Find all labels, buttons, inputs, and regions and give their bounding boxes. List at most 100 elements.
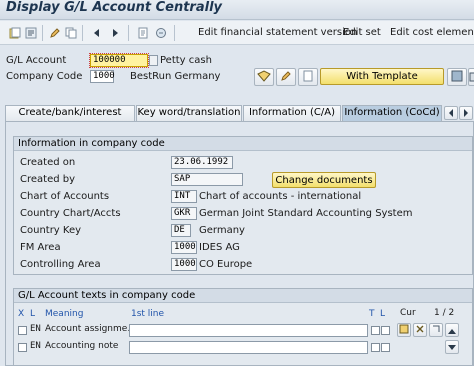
copy-icon[interactable]	[64, 26, 78, 40]
fm-area-description: IDES AG	[199, 242, 240, 253]
created-on-label: Created on	[20, 157, 76, 168]
tab-information-ca[interactable]: Information (C/A)	[243, 105, 341, 121]
country-key-label: Country Key	[20, 225, 82, 236]
created-by-field: SAP	[171, 173, 243, 186]
chevron-right-icon	[463, 107, 469, 120]
with-template-button[interactable]: With Template	[320, 68, 444, 85]
group-title: Information in company code	[14, 137, 472, 151]
glasses-icon	[257, 69, 271, 85]
scroll-down-button[interactable]	[445, 340, 459, 354]
column-header-l2: L	[380, 309, 386, 319]
change-object-button[interactable]	[276, 68, 296, 86]
column-header-l: L	[30, 309, 36, 319]
long-text-editor-button[interactable]	[397, 323, 411, 337]
value-help-icon[interactable]	[149, 55, 158, 66]
tab-key-word-translation[interactable]: Key word/translation	[136, 105, 242, 121]
chart-of-accounts-field: INT	[171, 190, 197, 203]
toolbar-separator	[174, 25, 175, 41]
with-template-label: With Template	[346, 71, 418, 82]
country-chart-label: Country Chart/Accts	[20, 208, 121, 219]
company-code-field[interactable]: 1000	[90, 70, 115, 83]
expand-text-button[interactable]	[429, 323, 443, 337]
gl-account-label: G/L Account	[6, 55, 67, 66]
chevron-up-icon	[448, 324, 456, 337]
company-code-label: Company Code	[6, 71, 83, 82]
gl-account-field[interactable]: 100000	[89, 53, 149, 68]
other-object-icon[interactable]	[8, 26, 22, 40]
title-bar: Display G/L Account Centrally	[0, 0, 474, 20]
tab-panel: Information in company code Created on 2…	[5, 121, 474, 366]
toolbar-separator	[42, 25, 43, 41]
save-object-button[interactable]	[447, 68, 467, 86]
row-language: EN	[30, 341, 41, 351]
first-line-input[interactable]	[129, 324, 368, 337]
fm-area-label: FM Area	[20, 242, 61, 253]
page-indicator: 1 / 2	[434, 308, 455, 318]
long-text-checkbox[interactable]	[381, 326, 390, 335]
edit-cost-element-button[interactable]: Edit cost element	[390, 27, 474, 38]
tab-information-cocd[interactable]: Information (CoCd)	[342, 105, 442, 122]
long-text-checkbox[interactable]	[381, 343, 390, 352]
company-code-description: BestRun Germany	[130, 71, 221, 82]
controlling-area-field: 1000	[171, 258, 197, 271]
display-object-button[interactable]	[254, 68, 274, 86]
where-used-icon[interactable]	[154, 26, 168, 40]
scroll-up-button[interactable]	[445, 323, 459, 337]
row-select-checkbox[interactable]	[18, 343, 27, 352]
controlling-area-label: Controlling Area	[20, 259, 101, 270]
text-editor-icon	[399, 324, 409, 337]
trash-icon	[469, 70, 474, 85]
text-flag-checkbox[interactable]	[371, 326, 380, 335]
gl-account-texts-group: G/L Account texts in company code X L Me…	[13, 288, 473, 366]
cursor-label: Cur	[400, 308, 416, 318]
next-icon[interactable]	[108, 26, 122, 40]
edit-fs-version-button[interactable]: Edit financial statement version	[198, 27, 357, 38]
tab-scroll-left-button[interactable]	[444, 106, 458, 120]
row-meaning: Account assignme…	[45, 324, 137, 334]
country-chart-description: German Joint Standard Accounting System	[199, 208, 413, 219]
group-title: G/L Account texts in company code	[14, 289, 472, 303]
previous-icon[interactable]	[90, 26, 104, 40]
tab-create-bank-interest[interactable]: Create/bank/interest	[5, 105, 135, 121]
pencil-icon	[280, 70, 292, 85]
toolbar-separator	[128, 25, 129, 41]
change-documents-label: Change documents	[275, 174, 373, 186]
display-change-icon[interactable]	[48, 26, 62, 40]
country-chart-field: GKR	[171, 207, 197, 220]
chart-of-accounts-label: Chart of Accounts	[20, 191, 110, 202]
where-used-icon[interactable]	[24, 26, 38, 40]
created-by-label: Created by	[20, 174, 76, 185]
save-icon	[451, 70, 463, 85]
info-company-code-group: Information in company code Created on 2…	[13, 136, 473, 275]
window-title: Display G/L Account Centrally	[6, 0, 222, 15]
change-documents-button[interactable]: Change documents	[272, 172, 376, 188]
delete-object-button[interactable]	[468, 68, 474, 86]
gl-account-description: Petty cash	[160, 55, 212, 66]
chevron-left-icon	[448, 107, 454, 120]
country-key-field: DE	[171, 224, 191, 237]
application-toolbar: Edit financial statement version Edit se…	[0, 21, 474, 45]
column-header-t: T	[369, 309, 375, 319]
other-object-icon[interactable]	[136, 26, 150, 40]
country-key-description: Germany	[199, 225, 245, 236]
first-line-input[interactable]	[129, 341, 368, 354]
controlling-area-description: CO Europe	[199, 259, 253, 270]
column-header-meaning: Meaning	[45, 309, 84, 319]
row-select-checkbox[interactable]	[18, 326, 27, 335]
create-object-button[interactable]	[298, 68, 318, 86]
document-icon	[302, 70, 314, 85]
row-language: EN	[30, 324, 41, 334]
text-flag-checkbox[interactable]	[371, 343, 380, 352]
edit-set-button[interactable]: Edit set	[343, 27, 381, 38]
row-meaning: Accounting note	[45, 341, 119, 351]
column-header-first-line: 1st line	[131, 309, 165, 319]
expand-icon	[431, 324, 441, 337]
delete-text-button[interactable]	[413, 323, 427, 337]
chart-of-accounts-description: Chart of accounts - international	[199, 191, 362, 202]
toolbar-separator	[82, 25, 83, 41]
delete-icon	[415, 324, 425, 337]
fm-area-field: 1000	[171, 241, 197, 254]
chevron-down-icon	[448, 341, 456, 354]
column-header-x: X	[18, 309, 25, 319]
tab-list-button[interactable]	[459, 106, 473, 120]
